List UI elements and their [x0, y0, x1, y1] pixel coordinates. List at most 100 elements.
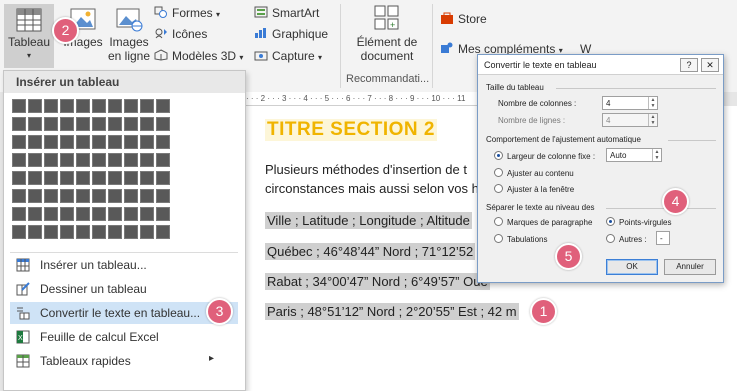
grid-cell[interactable] — [156, 189, 170, 203]
grid-cell[interactable] — [76, 117, 90, 131]
grid-cell[interactable] — [92, 135, 106, 149]
grid-cell[interactable] — [92, 153, 106, 167]
grid-cell[interactable] — [108, 189, 122, 203]
grid-cell[interactable] — [124, 153, 138, 167]
grid-cell[interactable] — [44, 171, 58, 185]
grid-cell[interactable] — [92, 117, 106, 131]
dialog-titlebar[interactable]: Convertir le texte en tableau ? ✕ — [478, 55, 723, 75]
menu-item-excel-sheet[interactable]: X Feuille de calcul Excel — [10, 326, 238, 348]
grid-cell[interactable] — [76, 99, 90, 113]
grid-cell[interactable] — [108, 225, 122, 239]
grid-cell[interactable] — [44, 135, 58, 149]
grid-cell[interactable] — [44, 153, 58, 167]
grid-cell[interactable] — [12, 207, 26, 221]
grid-cell[interactable] — [44, 189, 58, 203]
grid-cell[interactable] — [28, 153, 42, 167]
grid-cell[interactable] — [12, 189, 26, 203]
grid-cell[interactable] — [44, 117, 58, 131]
smartart-button[interactable]: SmartArt — [254, 4, 319, 22]
chart-button[interactable]: Graphique — [254, 25, 328, 43]
grid-cell[interactable] — [44, 207, 58, 221]
cancel-button[interactable]: Annuler — [664, 259, 716, 275]
grid-cell[interactable] — [156, 153, 170, 167]
grid-cell[interactable] — [28, 135, 42, 149]
grid-cell[interactable] — [76, 153, 90, 167]
document-element-button[interactable]: + Élément de document — [348, 4, 426, 68]
grid-cell[interactable] — [12, 225, 26, 239]
help-button[interactable]: ? — [680, 58, 698, 72]
grid-cell[interactable] — [28, 189, 42, 203]
grid-cell[interactable] — [44, 99, 58, 113]
grid-cell[interactable] — [108, 99, 122, 113]
grid-cell[interactable] — [156, 171, 170, 185]
grid-cell[interactable] — [124, 117, 138, 131]
grid-cell[interactable] — [108, 171, 122, 185]
other-option[interactable]: Autres : — [606, 234, 647, 244]
grid-cell[interactable] — [156, 207, 170, 221]
radio-icon[interactable] — [494, 217, 503, 226]
selected-text-row[interactable]: Québec ; 46°48’44” Nord ; 71°12’52 — [265, 243, 476, 260]
cols-spinner[interactable]: 4 ▲ ▼ — [602, 96, 658, 110]
spinner-arrows-icon[interactable]: ▲ ▼ — [648, 97, 657, 109]
spinner-arrows-icon[interactable]: ▲ ▼ — [652, 149, 661, 161]
grid-cell[interactable] — [60, 207, 74, 221]
grid-cell[interactable] — [60, 189, 74, 203]
grid-cell[interactable] — [28, 207, 42, 221]
grid-cell[interactable] — [12, 153, 26, 167]
radio-icon[interactable] — [494, 184, 503, 193]
grid-cell[interactable] — [28, 225, 42, 239]
grid-cell[interactable] — [124, 225, 138, 239]
grid-cell[interactable] — [60, 171, 74, 185]
grid-cell[interactable] — [108, 207, 122, 221]
selected-text-row[interactable]: Ville ; Latitude ; Longitude ; Altitude — [265, 212, 472, 229]
grid-cell[interactable] — [28, 99, 42, 113]
grid-cell[interactable] — [140, 153, 154, 167]
menu-item-draw-table[interactable]: Dessiner un tableau — [10, 278, 238, 300]
menu-item-insert-table[interactable]: Insérer un tableau... — [10, 254, 238, 276]
grid-cell[interactable] — [92, 99, 106, 113]
radio-icon[interactable] — [494, 234, 503, 243]
grid-cell[interactable] — [156, 99, 170, 113]
grid-cell[interactable] — [12, 117, 26, 131]
selected-text-row[interactable]: Paris ; 48°51’12” Nord ; 2°20’55” Est ; … — [265, 303, 519, 320]
grid-cell[interactable] — [60, 225, 74, 239]
grid-cell[interactable] — [60, 117, 74, 131]
icons-button[interactable]: Icônes — [154, 25, 207, 43]
grid-cell[interactable] — [108, 153, 122, 167]
grid-cell[interactable] — [12, 171, 26, 185]
grid-cell[interactable] — [76, 189, 90, 203]
menu-item-convert-text[interactable]: Convertir le texte en tableau... — [10, 302, 238, 324]
tabs-option[interactable]: Tabulations — [494, 234, 547, 244]
grid-cell[interactable] — [76, 225, 90, 239]
fixed-width-spinner[interactable]: Auto ▲ ▼ — [606, 148, 662, 162]
ok-button[interactable]: OK — [606, 259, 658, 275]
grid-cell[interactable] — [124, 207, 138, 221]
menu-item-quick-tables[interactable]: Tableaux rapides ▸ — [10, 350, 238, 372]
grid-cell[interactable] — [60, 153, 74, 167]
grid-cell[interactable] — [60, 135, 74, 149]
grid-cell[interactable] — [140, 99, 154, 113]
close-button[interactable]: ✕ — [701, 58, 719, 72]
grid-cell[interactable] — [28, 171, 42, 185]
grid-cell[interactable] — [92, 225, 106, 239]
grid-cell[interactable] — [124, 171, 138, 185]
radio-icon[interactable] — [606, 234, 615, 243]
fit-contents-option[interactable]: Ajuster au contenu — [494, 168, 574, 178]
grid-cell[interactable] — [140, 117, 154, 131]
grid-cell[interactable] — [108, 135, 122, 149]
store-button[interactable]: Store — [440, 10, 487, 28]
grid-cell[interactable] — [28, 117, 42, 131]
grid-cell[interactable] — [156, 117, 170, 131]
grid-cell[interactable] — [12, 135, 26, 149]
grid-cell[interactable] — [92, 189, 106, 203]
ruler[interactable]: 1 · · · 1 · · · 2 · · · 3 · · · 4 · · · … — [218, 92, 508, 106]
other-input[interactable]: - — [656, 231, 670, 245]
online-images-button[interactable]: Images en ligne — [106, 4, 152, 68]
grid-cell[interactable] — [140, 225, 154, 239]
grid-cell[interactable] — [108, 117, 122, 131]
grid-cell[interactable] — [156, 135, 170, 149]
radio-icon[interactable] — [494, 168, 503, 177]
grid-cell[interactable] — [140, 135, 154, 149]
radio-selected-icon[interactable] — [494, 151, 503, 160]
grid-cell[interactable] — [124, 189, 138, 203]
